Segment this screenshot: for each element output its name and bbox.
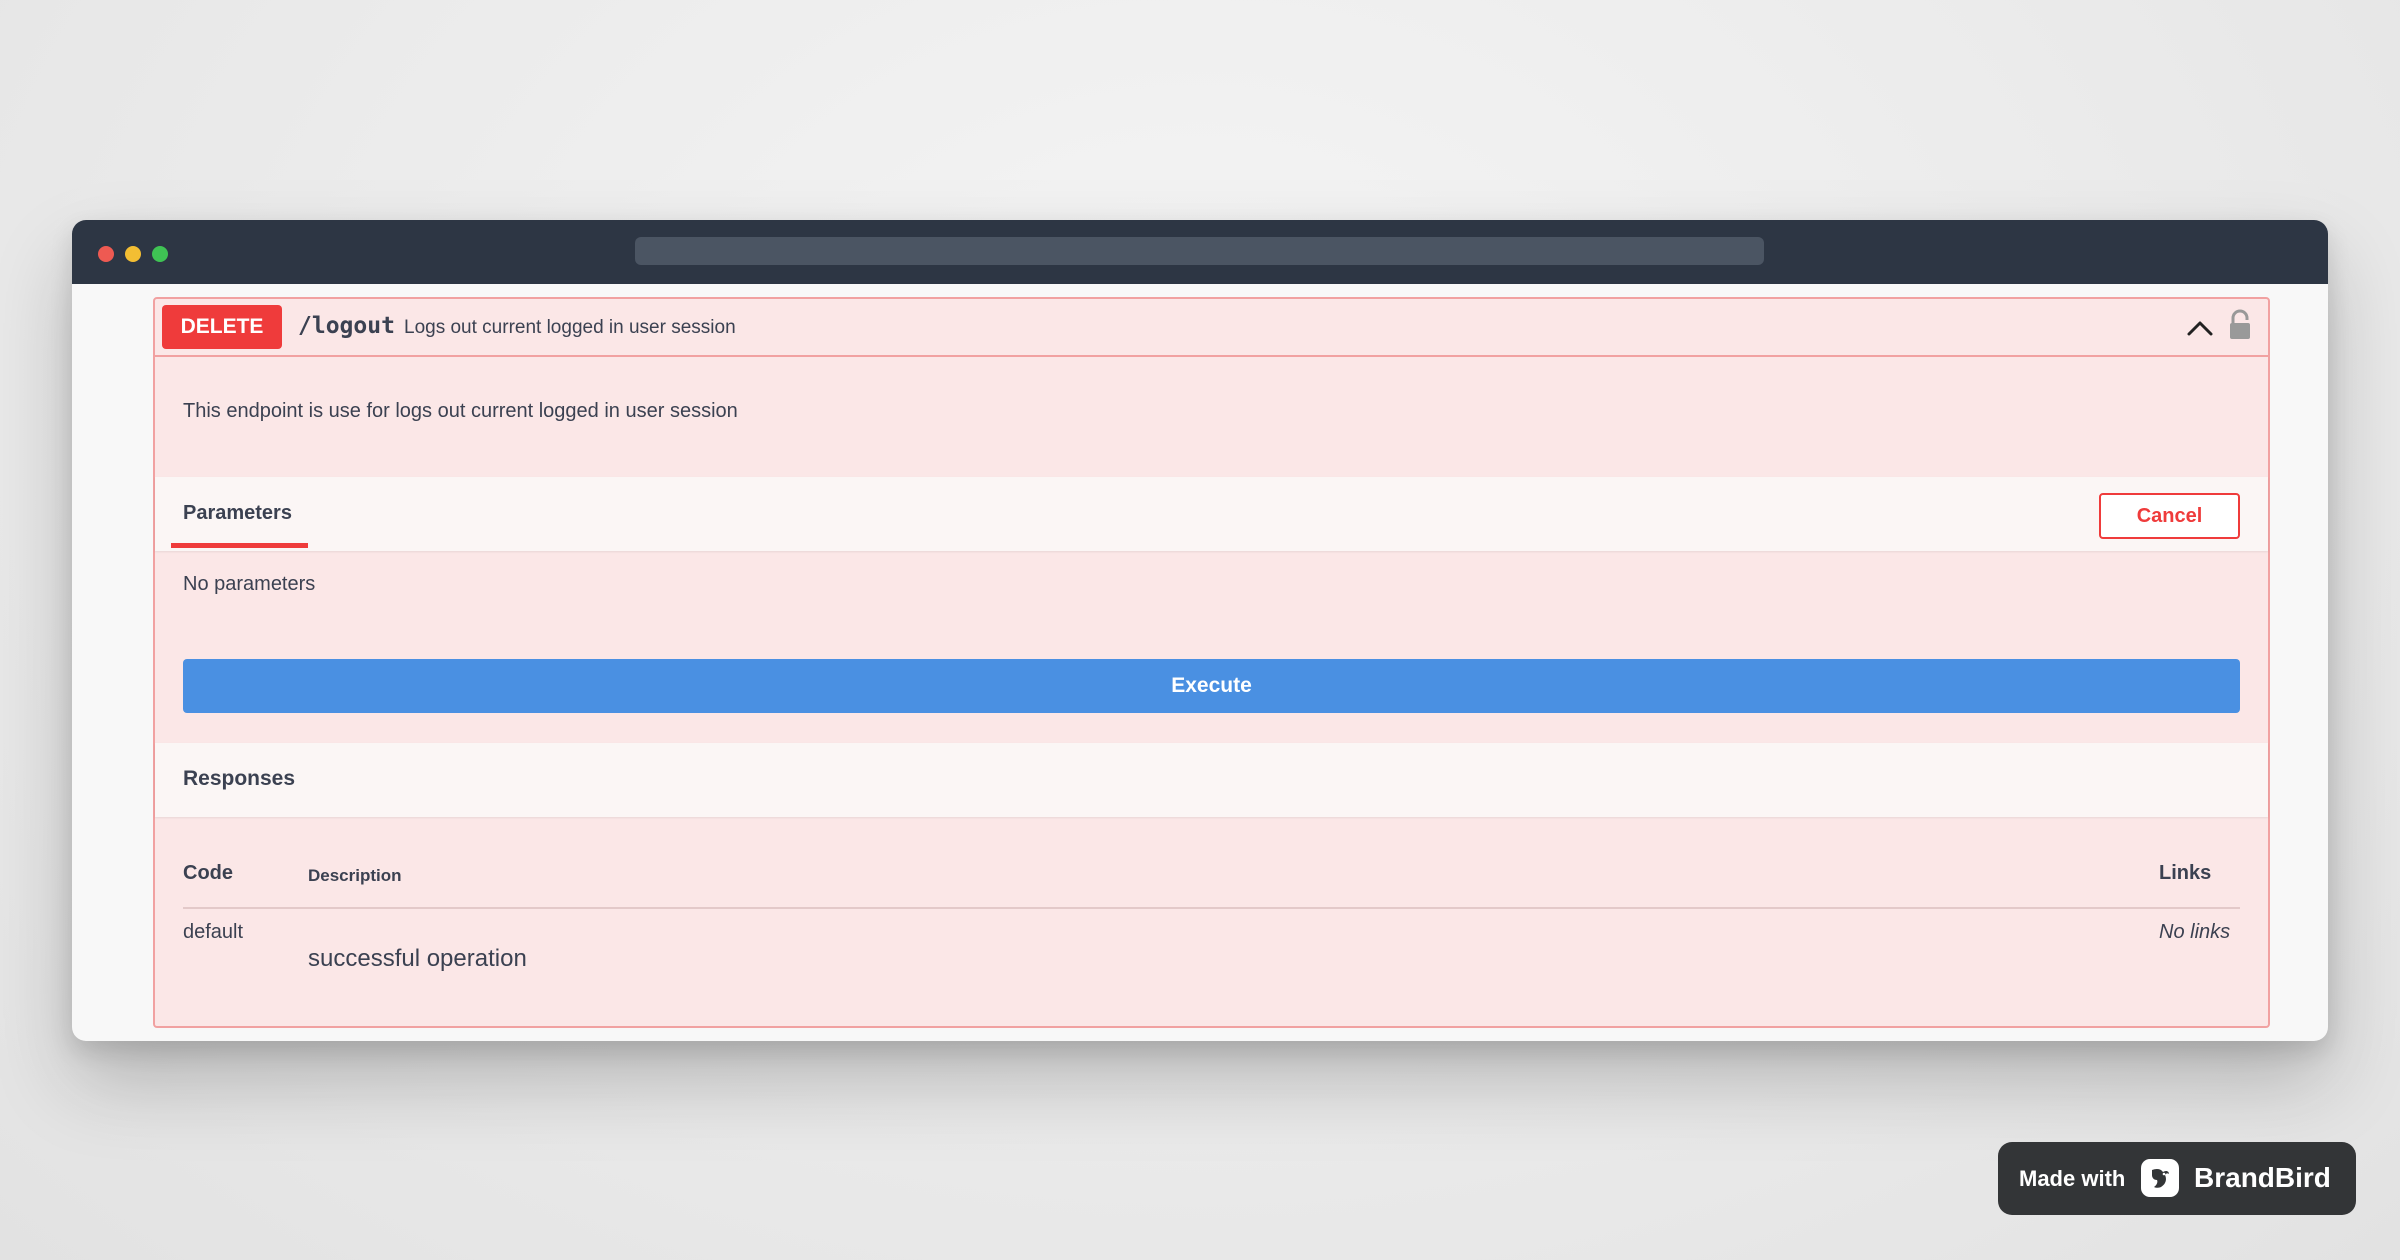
parameters-header: Parameters Cancel bbox=[155, 477, 2268, 551]
column-header-description: Description bbox=[308, 866, 402, 885]
close-window-button[interactable] bbox=[98, 246, 114, 262]
table-divider bbox=[183, 907, 2240, 909]
maximize-window-button[interactable] bbox=[152, 246, 168, 262]
no-parameters-text: No parameters bbox=[183, 573, 316, 595]
operation-path: /logout bbox=[298, 313, 395, 339]
operation-block: DELETE /logout Logs out current logged i… bbox=[153, 297, 2270, 1028]
operation-description: This endpoint is use for logs out curren… bbox=[183, 400, 738, 422]
execute-button[interactable]: Execute bbox=[183, 659, 2240, 713]
badge-brand-name: BrandBird bbox=[2194, 1162, 2331, 1193]
brandbird-logo-icon bbox=[2141, 1159, 2179, 1197]
responses-title: Responses bbox=[183, 767, 296, 790]
response-code: default bbox=[183, 921, 244, 943]
browser-window: DELETE /logout Logs out current logged i… bbox=[72, 220, 2328, 1041]
response-links: No links bbox=[2159, 921, 2231, 943]
chevron-up-icon[interactable] bbox=[2185, 315, 2215, 339]
tab-active-indicator bbox=[171, 543, 308, 548]
minimize-window-button[interactable] bbox=[125, 246, 141, 262]
address-bar[interactable] bbox=[635, 237, 1764, 265]
browser-titlebar bbox=[72, 220, 2328, 284]
column-header-links: Links bbox=[2159, 862, 2212, 884]
lock-icon[interactable] bbox=[2227, 309, 2253, 341]
response-description: successful operation bbox=[308, 945, 527, 972]
badge-made-with-text: Made with bbox=[2019, 1166, 2126, 1191]
method-badge: DELETE bbox=[162, 305, 282, 349]
made-with-badge[interactable]: Made with BrandBird bbox=[1998, 1142, 2356, 1215]
tab-parameters[interactable]: Parameters bbox=[183, 502, 292, 525]
operation-summary[interactable]: DELETE /logout Logs out current logged i… bbox=[155, 299, 2268, 357]
cancel-button[interactable]: Cancel bbox=[2099, 493, 2240, 539]
responses-header: Responses bbox=[155, 743, 2268, 817]
operation-summary-text: Logs out current logged in user session bbox=[404, 317, 736, 338]
column-header-code: Code bbox=[183, 862, 233, 884]
